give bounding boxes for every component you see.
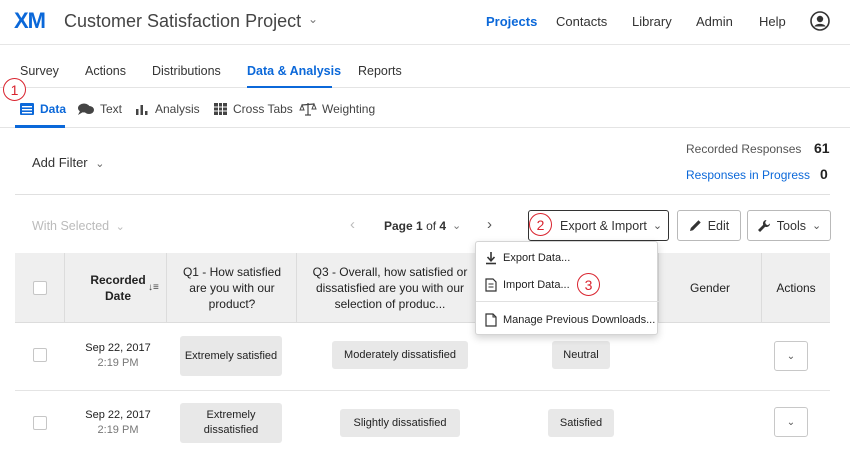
- recorded-date-header-label: Recorded Date: [90, 272, 146, 303]
- download-icon: [486, 252, 496, 265]
- tab-reports[interactable]: Reports: [358, 64, 402, 78]
- column-header-gender[interactable]: Gender: [659, 253, 761, 323]
- next-page-button[interactable]: ›: [487, 216, 492, 233]
- wrench-icon: [757, 219, 770, 232]
- export-import-label: Export & Import: [560, 218, 647, 233]
- menu-item-manage-downloads[interactable]: Manage Previous Downloads...: [476, 308, 659, 332]
- previous-page-button[interactable]: ‹: [350, 216, 355, 233]
- with-selected-dropdown[interactable]: With Selected ⌄: [32, 219, 125, 233]
- chevron-down-icon: ⌄: [95, 158, 105, 170]
- nav-contacts[interactable]: Contacts: [556, 14, 607, 29]
- recorded-time: 2:19 PM: [97, 356, 139, 369]
- with-selected-label: With Selected: [32, 219, 110, 233]
- recorded-responses-count: 61: [814, 140, 830, 156]
- page-total: 4: [439, 219, 447, 233]
- page-current: 1: [416, 219, 423, 233]
- data-table-icon: [20, 103, 34, 115]
- menu-item-export-data[interactable]: Export Data...: [476, 246, 659, 270]
- nav-admin[interactable]: Admin: [696, 14, 733, 29]
- row-checkbox[interactable]: [33, 416, 47, 430]
- q4-response-chip: Neutral: [552, 341, 610, 369]
- edit-button[interactable]: Edit: [677, 210, 741, 241]
- row-actions-button[interactable]: ⌄: [774, 407, 808, 437]
- sort-icon[interactable]: ↓≡: [148, 282, 159, 293]
- chevron-down-icon: ⌄: [811, 220, 822, 232]
- subtab-weighting[interactable]: Weighting: [299, 102, 375, 116]
- tools-label: Tools: [776, 218, 806, 233]
- bar-chart-icon: [136, 105, 148, 115]
- project-title[interactable]: Customer Satisfaction Project: [64, 11, 301, 32]
- subtab-analysis[interactable]: Analysis: [134, 102, 200, 116]
- page-chevron-down-icon[interactable]: ⌄: [452, 219, 461, 232]
- export-data-label: Export Data...: [503, 252, 571, 264]
- q3-response-chip: Moderately dissatisfied: [332, 341, 468, 369]
- divider: [15, 194, 830, 195]
- select-all-checkbox[interactable]: [33, 281, 47, 295]
- subtab-cross-tabs-label: Cross Tabs: [233, 102, 293, 116]
- recorded-responses-label: Recorded Responses: [686, 142, 802, 156]
- speech-bubbles-icon: [78, 103, 94, 115]
- manage-downloads-label: Manage Previous Downloads...: [503, 314, 656, 326]
- active-subtab-underline: [15, 125, 65, 128]
- add-filter-button[interactable]: Add Filter ⌄: [32, 155, 104, 170]
- main-tab-bar: [0, 54, 850, 88]
- menu-separator: [476, 301, 659, 302]
- import-data-label: Import Data...: [503, 279, 570, 291]
- chevron-down-icon: ⌄: [115, 221, 125, 233]
- menu-item-import-data[interactable]: Import Data...: [476, 273, 659, 297]
- nav-library[interactable]: Library: [632, 14, 672, 29]
- responses-in-progress-link[interactable]: Responses in Progress: [686, 168, 810, 182]
- scale-icon: [299, 102, 317, 116]
- tab-survey[interactable]: Survey: [20, 64, 59, 78]
- tab-actions[interactable]: Actions: [85, 64, 126, 78]
- row-actions-button[interactable]: ⌄: [774, 341, 808, 371]
- subtab-cross-tabs[interactable]: Cross Tabs: [213, 102, 293, 116]
- tab-data-analysis[interactable]: Data & Analysis: [247, 64, 341, 78]
- subtab-data[interactable]: Data: [19, 102, 66, 116]
- column-header-q3[interactable]: Q3 - Overall, how satisfied or dissatisf…: [304, 253, 476, 323]
- page-of: of: [426, 219, 437, 233]
- edit-label: Edit: [707, 218, 730, 233]
- subtab-analysis-label: Analysis: [155, 102, 200, 116]
- xm-logo[interactable]: XM: [14, 8, 46, 34]
- recorded-date: Sep 22, 2017: [85, 409, 151, 421]
- nav-help[interactable]: Help: [759, 14, 786, 29]
- column-header-actions: Actions: [776, 280, 816, 295]
- page-selector[interactable]: Page 1 of 4: [384, 219, 446, 233]
- q3-header-label: Q3 - Overall, how satisfied or dissatisf…: [312, 264, 468, 312]
- step-badge-2: 2: [529, 213, 552, 236]
- export-import-menu: Export Data... Import Data... Manage Pre…: [475, 241, 659, 335]
- recorded-date-cell: Sep 22, 2017 2:19 PM: [78, 341, 158, 371]
- file-icon: [485, 313, 497, 327]
- tools-button[interactable]: Tools ⌄: [747, 210, 831, 241]
- subtab-weighting-label: Weighting: [322, 102, 376, 116]
- user-account-icon[interactable]: [810, 11, 830, 31]
- grid-icon: [214, 103, 227, 115]
- subtab-text[interactable]: Text: [77, 102, 122, 116]
- subtab-text-label: Text: [100, 102, 123, 116]
- row-checkbox[interactable]: [33, 348, 47, 362]
- page-label: Page: [384, 219, 413, 233]
- recorded-time: 2:19 PM: [97, 423, 139, 436]
- q1-response-chip: Extremely dissatisfied: [180, 403, 282, 443]
- recorded-date-cell: Sep 22, 2017 2:19 PM: [78, 408, 158, 438]
- pencil-icon: [689, 220, 701, 231]
- nav-projects[interactable]: Projects: [486, 14, 537, 29]
- project-chevron-down-icon[interactable]: ⌄: [308, 12, 318, 26]
- add-filter-label: Add Filter: [32, 155, 88, 170]
- sub-tab-bar: [0, 88, 850, 128]
- file-import-icon: [485, 278, 497, 292]
- step-badge-1: 1: [3, 78, 26, 101]
- recorded-date: Sep 22, 2017: [85, 342, 151, 354]
- subtab-data-label: Data: [40, 102, 67, 116]
- q3-response-chip: Slightly dissatisfied: [340, 409, 460, 437]
- step-badge-3: 3: [577, 273, 600, 296]
- q1-response-chip: Extremely satisfied: [180, 336, 282, 376]
- column-header-q1[interactable]: Q1 - How satisfied are you with our prod…: [174, 253, 290, 323]
- q4-response-chip: Satisfied: [548, 409, 614, 437]
- tab-distributions[interactable]: Distributions: [152, 64, 221, 78]
- column-header-recorded-date[interactable]: Recorded Date: [80, 253, 156, 323]
- chevron-down-icon: ⌄: [652, 220, 663, 232]
- responses-in-progress-count: 0: [820, 166, 828, 182]
